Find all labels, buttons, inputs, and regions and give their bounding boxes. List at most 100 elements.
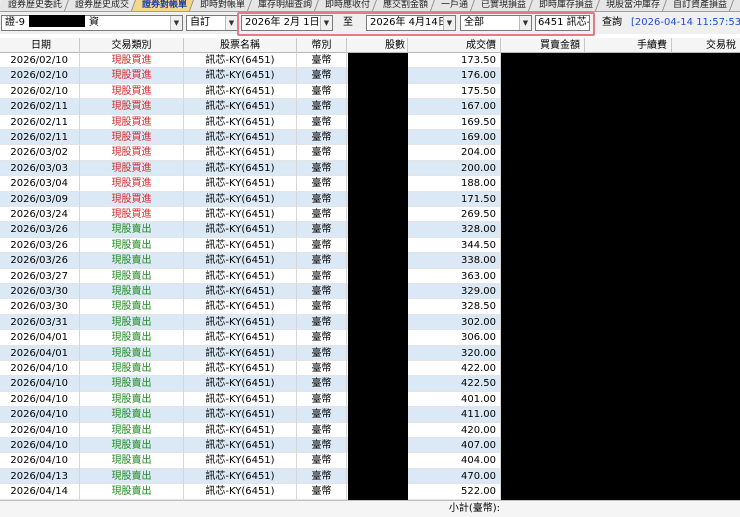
tab-5[interactable]: 即時應收付 [315,0,378,11]
cell-stock-name: 訊芯-KY(6451) [184,453,297,469]
cell-currency: 臺幣 [297,145,347,161]
date-range-highlight [237,12,595,36]
cell-currency: 臺幣 [297,253,347,269]
chevron-down-icon[interactable]: ▼ [170,16,182,30]
cell-price: 306.00 [408,330,501,346]
tab-label: 現股當沖庫存 [606,0,661,10]
tab-9[interactable]: 即時庫存損益 [529,0,601,11]
cell-trade-type: 現股買進 [80,145,184,161]
cell-date: 2026/03/26 [0,237,80,254]
cell-date: 2026/02/11 [0,99,80,115]
cell-currency: 臺幣 [297,207,347,223]
cell-trade-type: 現股買進 [80,160,184,177]
cell-trade-type: 現股買進 [80,130,184,146]
col-currency[interactable]: 幣別 [297,38,347,53]
cell-date: 2026/04/10 [0,376,80,392]
cell-price: 328.50 [408,299,501,315]
cell-trade-type: 現股買進 [80,114,184,130]
query-button[interactable]: 查詢 [598,15,626,31]
cell-stock-name: 訊芯-KY(6451) [184,83,297,100]
cell-currency: 臺幣 [297,99,347,115]
cell-price: 302.00 [408,314,501,331]
cell-currency: 臺幣 [297,438,347,454]
cell-currency: 臺幣 [297,484,347,500]
query-timestamp: [2026-04-14 11:57:53] [631,17,740,28]
cell-stock-name: 訊芯-KY(6451) [184,253,297,269]
col-price[interactable]: 成交價 [408,38,501,53]
redacted-shares-column [348,53,408,500]
cell-date: 2026/02/10 [0,53,80,69]
cell-trade-type: 現股賣出 [80,468,184,485]
tab-1[interactable]: 證券歷史成交 [65,0,137,11]
cell-date: 2026/02/11 [0,114,80,130]
tab-0[interactable]: 證券歷史委託 [0,0,70,11]
cell-stock-name: 訊芯-KY(6451) [184,391,297,408]
tab-6[interactable]: 應交割金額 [373,0,436,11]
cell-stock-name: 訊芯-KY(6451) [184,345,297,361]
grid-footer: 小計(臺幣): [0,500,740,517]
cell-stock-name: 訊芯-KY(6451) [184,330,297,346]
col-stock-name[interactable]: 股票名稱 [184,38,297,53]
tab-3[interactable]: 即時對帳單 [190,0,253,11]
cell-stock-name: 訊芯-KY(6451) [184,422,297,438]
tab-label: 證券歷史委託 [8,0,63,10]
cell-stock-name: 訊芯-KY(6451) [184,130,297,146]
tab-2[interactable]: 證券對帳單 [132,0,195,11]
tab-label: 即時應收付 [325,0,371,10]
cell-currency: 臺幣 [297,391,347,408]
cell-date: 2026/02/10 [0,68,80,84]
cell-price: 422.50 [408,376,501,392]
cell-date: 2026/03/04 [0,176,80,192]
cell-price: 173.50 [408,53,501,69]
tab-10[interactable]: 現股當沖庫存 [596,0,668,11]
cell-stock-name: 訊芯-KY(6451) [184,438,297,454]
redacted-account [29,15,85,27]
cell-currency: 臺幣 [297,237,347,254]
cell-trade-type: 現股買進 [80,191,184,207]
tab-label: 已實現損益 [481,0,527,10]
account-prefix: 證-9 [5,17,25,28]
cell-currency: 臺幣 [297,314,347,331]
redacted-amount-columns [501,53,740,500]
period-mode-select[interactable]: 自訂 ▼ [186,15,238,31]
col-fee[interactable]: 手續費 [585,38,672,53]
tab-label: 即時庫存損益 [539,0,594,10]
function-tabs: 證券歷史委託 證券歷史成交 證券對帳單 即時對帳單 庫存明細查詢 即時應收付 應交割金額 一戶… [0,0,740,12]
cell-trade-type: 現股買進 [80,83,184,100]
cell-trade-type: 現股賣出 [80,314,184,331]
cell-price: 175.50 [408,83,501,100]
cell-stock-name: 訊芯-KY(6451) [184,160,297,177]
cell-trade-type: 現股賣出 [80,422,184,438]
tab-8[interactable]: 已實現損益 [471,0,534,11]
chevron-down-icon[interactable]: ▼ [225,16,237,30]
cell-currency: 臺幣 [297,468,347,485]
cell-currency: 臺幣 [297,83,347,100]
col-tax[interactable]: 交易稅 [672,38,740,53]
col-trade-type[interactable]: 交易類別 [80,38,184,53]
tab-11[interactable]: 自訂資產損益 [663,0,735,11]
cell-price: 338.00 [408,253,501,269]
col-date[interactable]: 日期 [0,38,80,53]
subtotal-label: 小計(臺幣): [448,503,500,514]
cell-trade-type: 現股賣出 [80,237,184,254]
cell-date: 2026/03/31 [0,314,80,331]
col-amount[interactable]: 買賣金額 [501,38,585,53]
cell-stock-name: 訊芯-KY(6451) [184,299,297,315]
cell-currency: 臺幣 [297,160,347,177]
cell-date: 2026/03/09 [0,191,80,207]
cell-trade-type: 現股買進 [80,68,184,84]
cell-price: 169.50 [408,114,501,130]
cell-stock-name: 訊芯-KY(6451) [184,237,297,254]
cell-price: 200.00 [408,160,501,177]
cell-trade-type: 現股買進 [80,99,184,115]
cell-date: 2026/03/30 [0,284,80,300]
cell-price: 188.00 [408,176,501,192]
cell-date: 2026/04/10 [0,407,80,423]
cell-currency: 臺幣 [297,376,347,392]
cell-currency: 臺幣 [297,453,347,469]
col-shares[interactable]: 股數 [347,38,408,53]
tab-7[interactable]: 一戶通 [431,0,476,11]
cell-date: 2026/04/10 [0,438,80,454]
cell-price: 269.50 [408,207,501,223]
tab-4[interactable]: 庫存明細查詢 [248,0,320,11]
